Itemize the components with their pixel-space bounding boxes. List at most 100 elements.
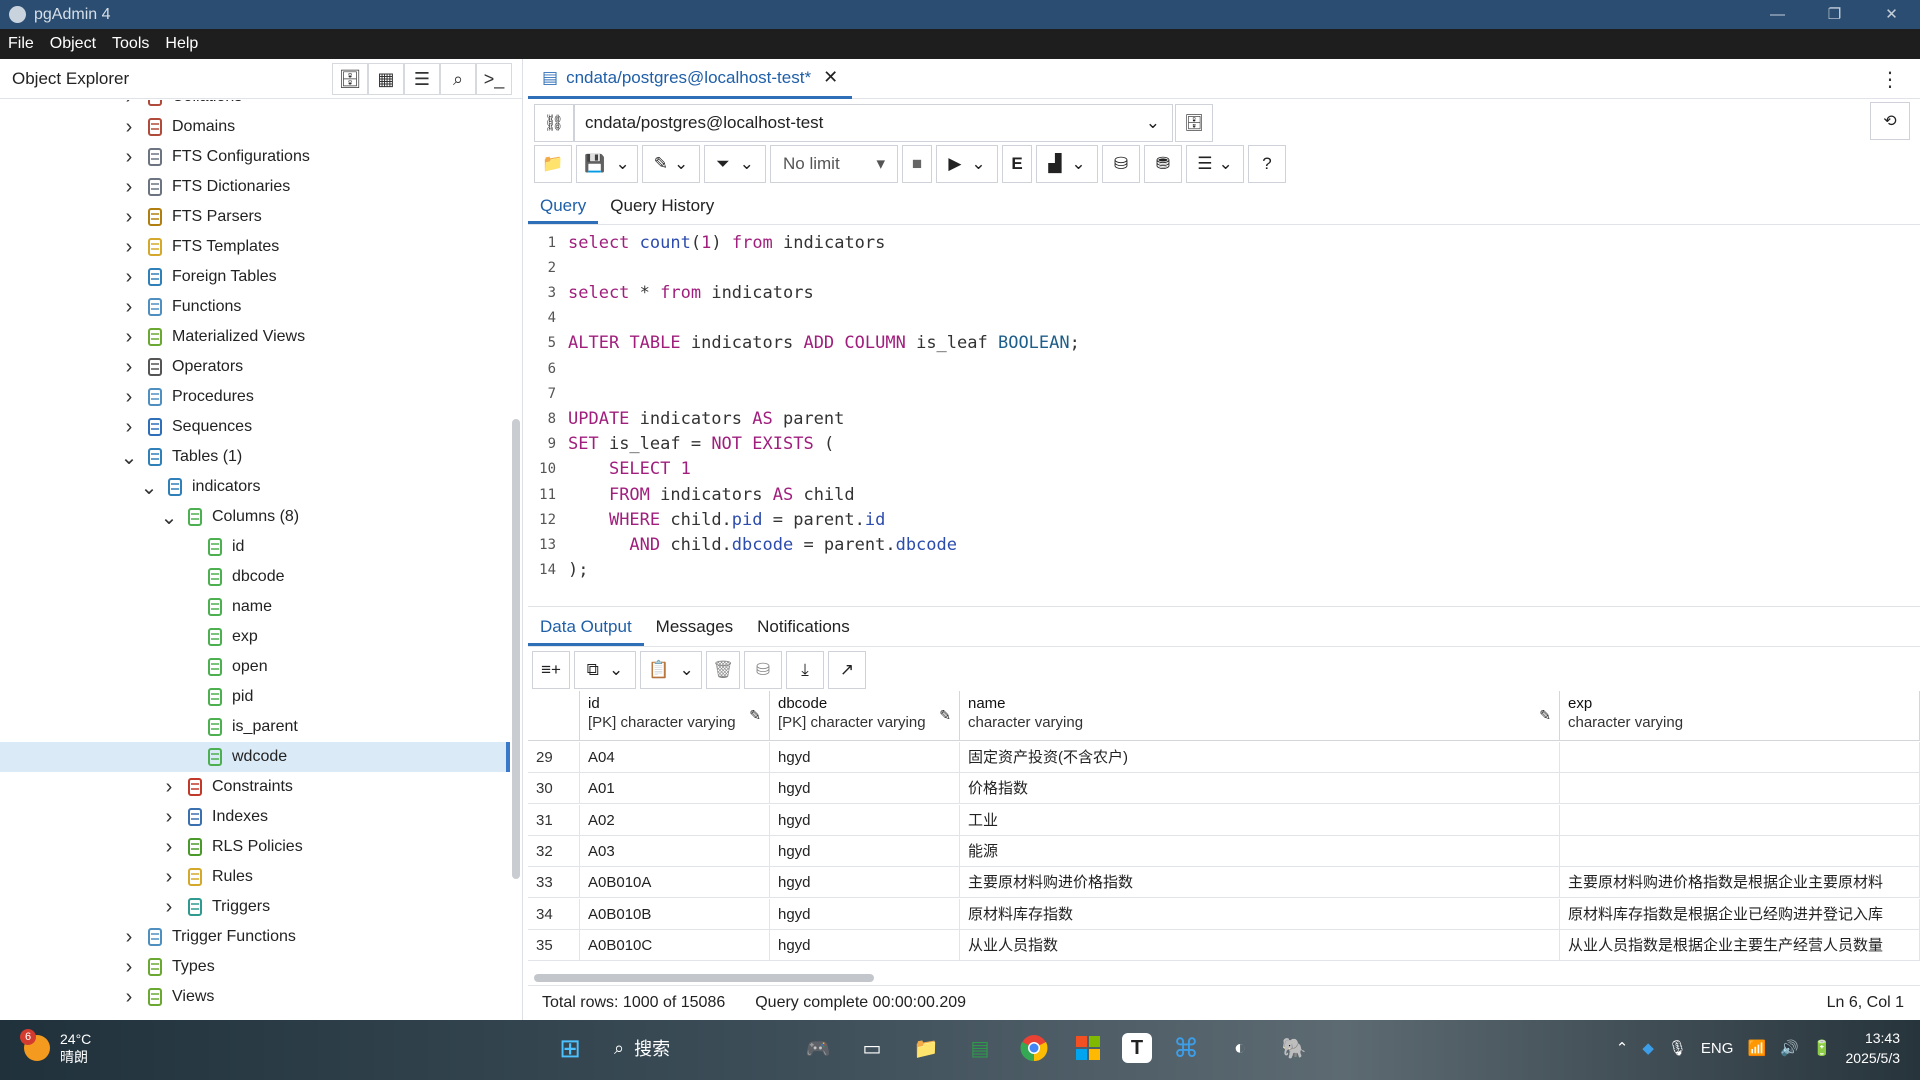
chevron-right-icon[interactable]: › — [120, 956, 138, 979]
chevron-down-icon[interactable]: ⌄ — [140, 475, 158, 500]
tree-item[interactable]: ⌄ Columns (8) — [0, 502, 510, 532]
tree-item[interactable]: › Foreign Tables — [0, 262, 510, 292]
download-button[interactable]: ⤓ — [786, 651, 824, 689]
tree-scrollbar[interactable] — [512, 419, 520, 879]
edit-pencil-icon[interactable]: ✎ — [939, 707, 951, 724]
chevron-right-icon[interactable]: › — [120, 986, 138, 1009]
delete-button[interactable]: 🗑 — [706, 651, 740, 689]
tree-item[interactable]: id — [0, 532, 510, 562]
chevron-right-icon[interactable]: › — [120, 146, 138, 169]
row-limit-select[interactable]: No limit ▾ — [770, 145, 898, 183]
tree-item[interactable]: wdcode — [0, 742, 510, 772]
menu-tools[interactable]: Tools — [104, 35, 157, 53]
cell-id[interactable]: A0B010A — [580, 867, 770, 899]
cell-id[interactable]: A01 — [580, 773, 770, 805]
cell-name[interactable]: 工业 — [960, 804, 1560, 836]
chevron-right-icon[interactable]: › — [120, 386, 138, 409]
table-view-icon[interactable]: ▦ — [368, 63, 404, 95]
cell-id[interactable]: A02 — [580, 804, 770, 836]
menu-help[interactable]: Help — [157, 35, 206, 53]
chevron-right-icon[interactable]: › — [120, 416, 138, 439]
cell-exp[interactable]: 从业人员指数是根据企业主要生产经营人员数量 — [1560, 929, 1920, 961]
tree-item[interactable]: › Operators — [0, 352, 510, 382]
edit-pencil-icon[interactable]: ✎ — [749, 707, 761, 724]
cell-dbcode[interactable]: hgyd — [770, 867, 960, 899]
table-row[interactable]: 30 A01 hgyd 价格指数 — [528, 773, 1920, 805]
tab-query[interactable]: Query — [528, 187, 599, 224]
open-file-button[interactable]: 📁 — [534, 145, 572, 183]
save-data-button[interactable]: ⛁ — [744, 651, 782, 689]
graph-visualiser-button[interactable]: ↗ — [828, 651, 866, 689]
cell-dbcode[interactable]: hgyd — [770, 742, 960, 773]
paste-button[interactable]: 📋 ⌄ — [640, 651, 702, 689]
tree-item[interactable]: › Domains — [0, 112, 510, 142]
cell-id[interactable]: A04 — [580, 742, 770, 773]
cell-dbcode[interactable]: hgyd — [770, 835, 960, 867]
edit-pencil-icon[interactable]: ✎ — [1539, 707, 1551, 724]
cell-exp[interactable] — [1560, 742, 1920, 773]
cell-dbcode[interactable]: hgyd — [770, 804, 960, 836]
menu-file[interactable]: File — [0, 35, 42, 53]
chevron-right-icon[interactable]: › — [120, 266, 138, 289]
database-icon[interactable]: 🗄 — [332, 63, 368, 95]
cell-exp[interactable]: 原材料库存指数是根据企业已经购进并登记入库 — [1560, 898, 1920, 930]
help-button[interactable]: ? — [1248, 145, 1286, 183]
column-header[interactable]: name character varying ✎ — [960, 691, 1560, 741]
task-view-icon[interactable]: ▭ — [852, 1028, 892, 1068]
tree-item[interactable]: › FTS Dictionaries — [0, 172, 510, 202]
game-controller-icon[interactable]: 🎮 — [798, 1028, 838, 1068]
chrome-icon[interactable] — [1014, 1028, 1054, 1068]
chevron-right-icon[interactable]: › — [120, 236, 138, 259]
cell-dbcode[interactable]: hgyd — [770, 898, 960, 930]
code-line[interactable]: 7 — [528, 381, 1920, 406]
tree-item[interactable]: › RLS Policies — [0, 832, 510, 862]
table-row[interactable]: 29 A04 hgyd 固定资产投资(不含农户) — [528, 742, 1920, 773]
vscode-icon[interactable]: ⌘ — [1166, 1028, 1206, 1068]
pgadmin-taskbar-icon[interactable]: 🐘 — [1274, 1028, 1314, 1068]
typora-icon[interactable]: T — [1122, 1033, 1152, 1063]
tree-item[interactable]: › Constraints — [0, 772, 510, 802]
menu-object[interactable]: Object — [42, 35, 104, 53]
language-indicator[interactable]: ENG — [1701, 1040, 1734, 1057]
chevron-right-icon[interactable]: › — [120, 326, 138, 349]
search-icon[interactable]: ⌕ — [440, 63, 476, 95]
tree-item[interactable]: ⌄ Tables (1) — [0, 442, 510, 472]
file-explorer-icon[interactable]: 📁 — [906, 1028, 946, 1068]
chevron-right-icon[interactable]: › — [160, 836, 178, 859]
column-header[interactable]: id [PK] character varying ✎ — [580, 691, 770, 741]
cell-exp[interactable] — [1560, 773, 1920, 805]
commit-button[interactable]: ⛁ — [1102, 145, 1140, 183]
chevron-right-icon[interactable]: › — [120, 296, 138, 319]
add-row-button[interactable]: ≡+ — [532, 651, 570, 689]
tree-item[interactable]: › Functions — [0, 292, 510, 322]
copy-button[interactable]: ⧉ ⌄ — [574, 651, 636, 689]
rollback-button[interactable]: ⛃ — [1144, 145, 1182, 183]
explain-button[interactable]: E — [1002, 145, 1032, 183]
tree-item[interactable]: pid — [0, 682, 510, 712]
chevron-down-icon[interactable]: ⌄ — [160, 505, 178, 530]
chevron-right-icon[interactable]: › — [120, 116, 138, 139]
tree-item[interactable]: is_parent — [0, 712, 510, 742]
cell-name[interactable]: 从业人员指数 — [960, 929, 1560, 961]
table-row[interactable]: 35 A0B010C hgyd 从业人员指数 从业人员指数是根据企业主要生产经营人员数量 — [528, 929, 1920, 961]
maximize-button[interactable]: ❐ — [1806, 0, 1863, 29]
chevron-right-icon[interactable]: › — [160, 806, 178, 829]
volume-icon[interactable]: 🔊 — [1780, 1039, 1799, 1057]
github-desktop-icon[interactable]: ◐ — [1220, 1028, 1260, 1068]
table-row[interactable]: 33 A0B010A hgyd 主要原材料购进价格指数 主要原材料购进价格指数是根据企业… — [528, 867, 1920, 899]
tree-item[interactable]: › Rules — [0, 862, 510, 892]
close-window-button[interactable]: ✕ — [1863, 0, 1920, 29]
new-connection-icon[interactable]: 🗄 — [1175, 104, 1213, 142]
cell-id[interactable]: A0B010B — [580, 898, 770, 930]
cell-name[interactable]: 能源 — [960, 835, 1560, 867]
defender-icon[interactable]: ◆ — [1642, 1039, 1654, 1057]
tree-item[interactable]: › Views — [0, 982, 510, 1012]
close-icon[interactable]: ✕ — [823, 67, 838, 88]
tree-item[interactable]: › FTS Configurations — [0, 142, 510, 172]
tree-item[interactable]: exp — [0, 622, 510, 652]
windows-start-icon[interactable]: ⊞ — [550, 1028, 590, 1068]
cell-dbcode[interactable]: hgyd — [770, 929, 960, 961]
cell-name[interactable]: 主要原材料购进价格指数 — [960, 867, 1560, 899]
chevron-right-icon[interactable]: › — [120, 206, 138, 229]
cell-name[interactable]: 原材料库存指数 — [960, 898, 1560, 930]
